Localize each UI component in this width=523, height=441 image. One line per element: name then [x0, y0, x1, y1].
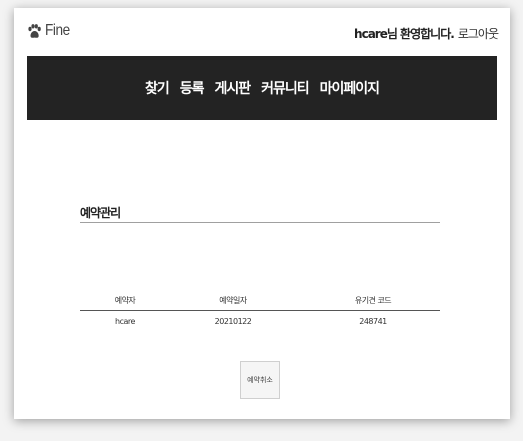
column-header-reserver: 예약자: [114, 296, 136, 305]
page-title: 예약관리: [80, 206, 121, 220]
nav-item-find[interactable]: 찾기: [145, 78, 170, 98]
cell-date: 20210122: [214, 317, 252, 326]
nav-item-mypage[interactable]: 마이페이지: [320, 78, 380, 98]
nav-item-community[interactable]: 커뮤니티: [261, 78, 310, 98]
top-bar: Fine hcare님 환영합니다. 로그아웃: [14, 8, 510, 56]
nav-item-register[interactable]: 등록: [180, 78, 205, 98]
column-header-dog-code: 유기견 코드: [354, 296, 392, 305]
logout-link[interactable]: 로그아웃: [458, 25, 499, 42]
cancel-reservation-button[interactable]: 예약취소: [240, 361, 280, 399]
nav-item-board[interactable]: 게시판: [214, 78, 251, 98]
logo-text: Fine: [45, 22, 70, 39]
site-logo[interactable]: Fine: [28, 22, 74, 40]
browser-window: Fine hcare님 환영합니다. 로그아웃 찾기 등록 게시판 커뮤니티 마…: [14, 8, 510, 419]
paw-icon: [28, 23, 41, 38]
welcome-message: hcare님 환영합니다.: [354, 27, 455, 41]
main-nav: 찾기 등록 게시판 커뮤니티 마이페이지: [27, 56, 497, 120]
user-area: hcare님 환영합니다. 로그아웃: [354, 25, 499, 42]
cell-reserver: hcare: [115, 317, 135, 326]
column-header-date: 예약일자: [219, 296, 247, 305]
table-header: 예약자 예약일자 유기견 코드: [80, 290, 440, 311]
title-divider: [80, 222, 440, 223]
table-row[interactable]: hcare 20210122 248741: [80, 311, 440, 331]
reservation-table: 예약자 예약일자 유기견 코드 hcare 20210122 248741: [80, 290, 440, 331]
cell-dog-code: 248741: [359, 317, 387, 326]
